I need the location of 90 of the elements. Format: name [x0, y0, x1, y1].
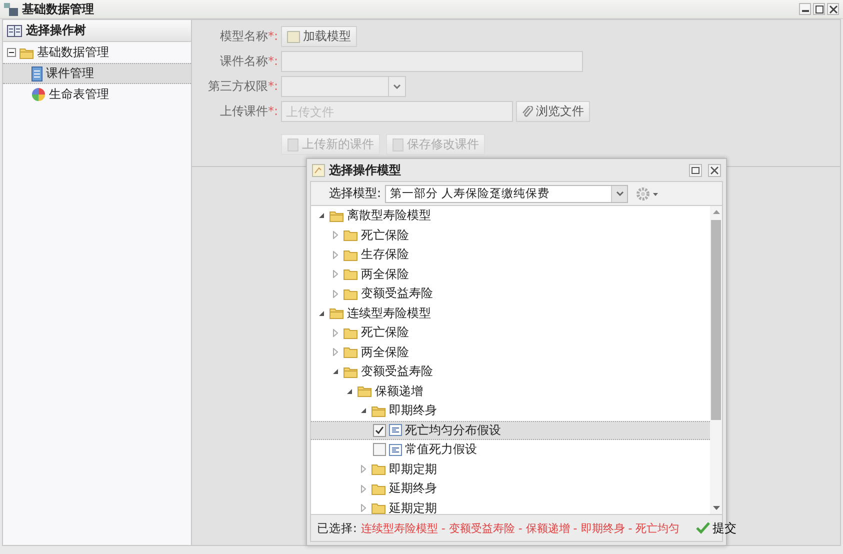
submit-button[interactable]: 提交	[692, 520, 741, 536]
checkbox[interactable]	[373, 424, 386, 437]
input-field[interactable]	[281, 51, 583, 72]
model-dropdown[interactable]: 第一部分 人寿保险趸缴纯保费	[385, 184, 628, 202]
paperclip-icon	[522, 106, 533, 118]
collapsed-arrow-icon[interactable]	[333, 290, 338, 298]
tree-item[interactable]: 延期定期	[311, 498, 710, 514]
collapsed-arrow-icon[interactable]	[333, 348, 338, 356]
open-folder-icon	[329, 210, 344, 222]
minimize-button[interactable]	[799, 3, 811, 15]
load-model-button[interactable]: 加载模型	[281, 26, 357, 47]
document-icon	[392, 138, 404, 152]
collapsed-arrow-icon[interactable]	[361, 484, 366, 493]
tree-item[interactable]: 两全保险	[311, 342, 710, 362]
tree-item[interactable]: 死亡均匀分布假设	[311, 420, 710, 440]
folder-icon	[343, 346, 358, 358]
collapse-icon[interactable]	[7, 48, 16, 57]
checkbox[interactable]	[373, 443, 386, 456]
expanded-arrow-icon[interactable]	[318, 212, 325, 220]
expanded-arrow-icon[interactable]	[360, 407, 367, 414]
close-button[interactable]	[827, 3, 839, 15]
tree-item[interactable]: 死亡保险	[311, 323, 710, 342]
close-button[interactable]	[708, 164, 721, 176]
open-folder-icon	[19, 46, 34, 58]
tree-item[interactable]: 常值死力假设	[311, 440, 710, 460]
open-folder-icon	[371, 404, 386, 417]
tree-item[interactable]: 生命表管理	[3, 84, 191, 105]
field-label: 课件名称*:	[218, 53, 278, 70]
scroll-up-icon[interactable]	[712, 210, 720, 214]
collapsed-arrow-icon[interactable]	[333, 250, 338, 259]
folder-icon	[371, 482, 386, 495]
expanded-arrow-icon[interactable]	[346, 388, 353, 395]
list-icon	[389, 444, 402, 456]
tree-item[interactable]: 课件管理	[3, 63, 191, 84]
tree-item[interactable]: 保额递增	[311, 382, 710, 401]
field-label: 上传课件*:	[218, 103, 278, 120]
select-label: 选择模型:	[329, 185, 382, 202]
maximize-icon	[814, 4, 824, 14]
folder-icon	[343, 248, 358, 261]
expanded-arrow-icon[interactable]	[332, 368, 339, 376]
folder-icon	[343, 268, 358, 280]
tree-item[interactable]: 变额受益寿险	[311, 284, 710, 304]
panel-title: 选择操作树	[26, 22, 86, 39]
open-folder-icon	[343, 366, 358, 378]
maximize-icon	[691, 166, 700, 174]
scrollbar[interactable]	[710, 206, 722, 514]
folder-icon	[343, 229, 358, 242]
document-icon	[31, 66, 43, 82]
tree-item[interactable]: 即期定期	[311, 460, 710, 479]
dialog-title: 选择操作模型	[329, 162, 402, 178]
list-icon	[389, 424, 402, 436]
book-icon	[7, 24, 22, 36]
collapsed-arrow-icon[interactable]	[361, 465, 366, 474]
scroll-down-icon[interactable]	[712, 506, 720, 510]
selection-label: 已选择:	[317, 520, 357, 536]
checkmark-icon	[696, 522, 710, 534]
collapsed-arrow-icon[interactable]	[361, 504, 366, 512]
tree-item[interactable]: 延期终身	[311, 479, 710, 498]
close-icon	[710, 166, 719, 174]
selection-path: 连续型寿险模型 - 变额受益寿险 - 保额递增 - 即期终身 - 死亡均匀	[360, 520, 680, 536]
field-label: 第三方权限*:	[206, 78, 278, 95]
folder-icon	[343, 288, 358, 300]
maximize-button[interactable]	[813, 3, 825, 15]
maximize-button[interactable]	[689, 164, 702, 176]
field-label: 模型名称*:	[218, 28, 278, 45]
folder-icon	[343, 326, 358, 339]
tree-item[interactable]: 基础数据管理	[3, 42, 191, 63]
window-icon	[4, 2, 18, 16]
open-folder-icon	[357, 385, 372, 398]
color-wheel-icon	[31, 87, 46, 102]
tree-item[interactable]: 生存保险	[311, 245, 710, 264]
close-icon	[828, 4, 838, 14]
tree-item[interactable]: 两全保险	[311, 264, 710, 284]
tree-item[interactable]: 即期终身	[311, 401, 710, 420]
window-icon	[312, 164, 325, 176]
tree-item[interactable]: 变额受益寿险	[311, 362, 710, 382]
tree-item[interactable]: 离散型寿险模型	[311, 206, 710, 226]
document-icon	[287, 138, 299, 152]
folder-icon	[371, 463, 386, 476]
tree-item[interactable]: 死亡保险	[311, 226, 710, 245]
browse-button[interactable]: 浏览文件	[516, 101, 590, 122]
collapsed-arrow-icon[interactable]	[333, 231, 338, 240]
dropdown-field[interactable]	[281, 76, 406, 97]
gear-icon[interactable]	[636, 186, 660, 200]
open-folder-icon	[329, 307, 344, 320]
tree-item[interactable]: 连续型寿险模型	[311, 304, 710, 323]
collapsed-arrow-icon[interactable]	[333, 328, 338, 337]
collapsed-arrow-icon[interactable]	[333, 270, 338, 278]
window-title: 基础数据管理	[22, 0, 95, 18]
expanded-arrow-icon[interactable]	[318, 310, 325, 317]
